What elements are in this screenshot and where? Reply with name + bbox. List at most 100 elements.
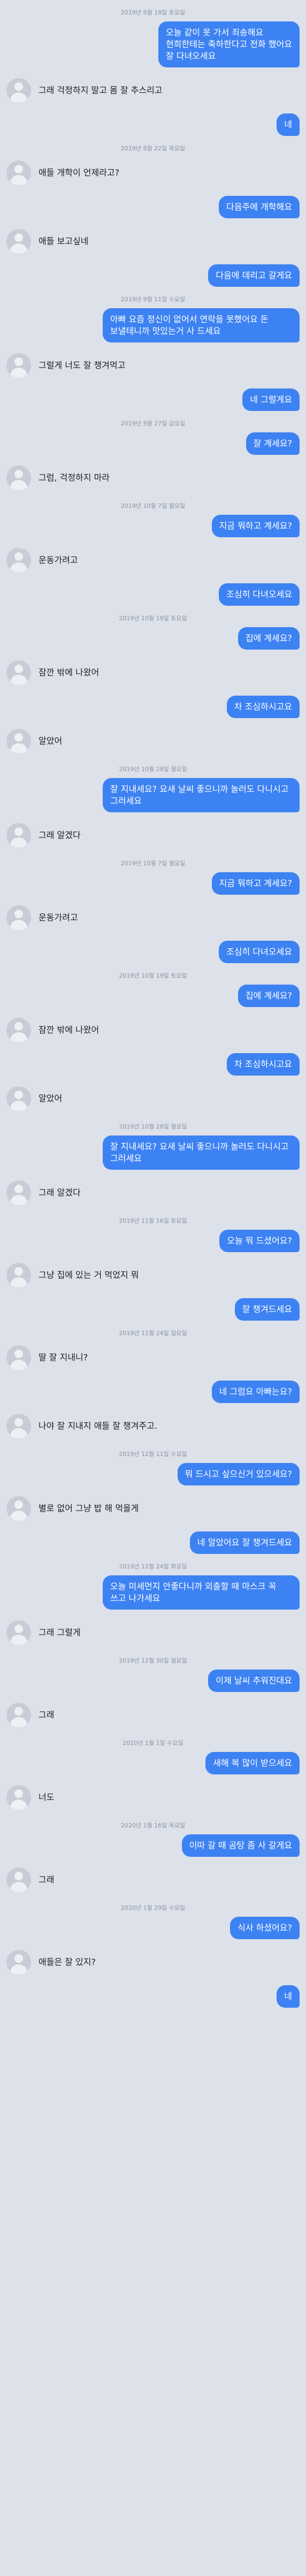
received-message-text[interactable]: 그래 알겠다 [39,1182,88,1204]
received-message-row: 그래 그럴게 [0,1617,306,1648]
sent-message-bubble[interactable]: 네 알았어요 잘 챙겨드세요 [189,1531,300,1554]
received-message-row: 그럴게 너도 잘 챙겨먹고 [0,350,306,381]
avatar[interactable] [6,1086,31,1111]
sent-message-bubble[interactable]: 다음에 데리고 갈게요 [208,264,300,287]
sent-message-row: 집에 계세요? [0,627,306,650]
avatar[interactable] [6,78,31,103]
date-separator: 2020년 1월 29일 수요일 [120,1904,186,1911]
received-message-row: 별로 없어 그냥 밥 해 먹을게 [0,1493,306,1524]
received-message-row: 애들은 잘 있지? [0,1947,306,1978]
received-message-text[interactable]: 운동가려고 [39,549,86,571]
sent-message-bubble[interactable]: 오늘 같이 못 가서 죄송해요 현희한테는 축하한다고 전화 했어요 잘 다녀오… [158,21,300,67]
date-separator: 2019년 10월 28일 월요일 [119,1123,187,1130]
received-message-text[interactable]: 운동가려고 [39,906,86,929]
sent-message-row: 이제 날씨 추워진대요 [0,1670,306,1692]
sent-message-bubble[interactable]: 식사 하셨어요? [230,1917,300,1939]
sent-message-bubble[interactable]: 차 조심하시고요 [226,696,300,718]
avatar[interactable] [6,1496,31,1521]
date-separator: 2019년 10월 28일 월요일 [119,766,187,773]
avatar[interactable] [6,548,31,573]
sent-message-bubble[interactable]: 지금 뭐하고 계세요? [211,515,300,537]
received-message-text[interactable]: 그럴게 너도 잘 챙겨먹고 [39,354,133,377]
received-message-text[interactable]: 애들 보고싶네 [39,230,96,253]
received-message-text[interactable]: 별로 없어 그냥 밥 해 먹을게 [39,1497,146,1520]
sent-message-bubble[interactable]: 네 그럴게요 [242,388,300,411]
sent-message-bubble[interactable]: 이따 갈 때 곰탕 좀 사 갈게요 [181,1834,300,1857]
received-message-row: 애들 보고싶네 [0,226,306,257]
avatar[interactable] [6,1263,31,1287]
date-separator: 2019년 9월 27일 금요일 [120,420,186,427]
received-message-text[interactable]: 그래 걱정하지 말고 몸 잘 추스리고 [39,79,170,102]
received-message-text[interactable]: 그래 [39,1869,62,1891]
received-message-text[interactable]: 그래 그럴게 [39,1621,88,1644]
sent-message-bubble[interactable]: 잘 지내세요? 요새 날씨 좋으니까 놀러도 다니시고 그러세요 [103,1135,300,1170]
sent-message-row: 잘 지내세요? 요새 날씨 좋으니까 놀러도 다니시고 그러세요 [0,778,306,812]
received-message-text[interactable]: 애들은 잘 있지? [39,1951,103,1973]
avatar[interactable] [6,1345,31,1370]
sent-message-row: 오늘 같이 못 가서 죄송해요 현희한테는 축하한다고 전화 했어요 잘 다녀오… [0,21,306,67]
received-message-text[interactable]: 애들 개학이 언제라고? [39,162,127,184]
avatar[interactable] [6,823,31,848]
sent-message-row: 잘 챙겨드세요 [0,1298,306,1321]
sent-message-bubble[interactable]: 지금 뭐하고 계세요? [211,872,300,895]
avatar[interactable] [6,229,31,254]
avatar[interactable] [6,353,31,378]
sent-message-bubble[interactable]: 다음주에 개학해요 [219,196,300,218]
sent-message-bubble[interactable]: 뭐 드시고 싶으신거 있으세요? [177,1463,300,1485]
received-message-text[interactable]: 알았어 [39,1087,70,1110]
received-message-text[interactable]: 너도 [39,1786,62,1809]
sent-message-bubble[interactable]: 네 [277,1985,300,2008]
avatar[interactable] [6,660,31,685]
avatar[interactable] [6,729,31,753]
avatar[interactable] [6,466,31,490]
received-message-text[interactable]: 그래 [39,1704,62,1726]
avatar[interactable] [6,1868,31,1892]
received-message-text[interactable]: 잠깐 밖에 나왔어 [39,1019,106,1041]
date-separator: 2019년 11월 24일 일요일 [119,1330,187,1337]
sent-message-bubble[interactable]: 집에 계세요? [238,627,300,650]
sent-message-row: 네 알았어요 잘 챙겨드세요 [0,1531,306,1554]
avatar[interactable] [6,1414,31,1438]
received-message-text[interactable]: 그럼, 걱정하지 마라 [39,467,117,489]
sent-message-bubble[interactable]: 아빠 요즘 정신이 없어서 연락을 못했어요 돈 보낼테니까 맛있는거 사 드세… [103,308,300,342]
received-message-row: 그래 [0,1699,306,1731]
sent-message-bubble[interactable]: 네 그럼요 아빠는요? [211,1381,300,1403]
avatar[interactable] [6,1785,31,1810]
sent-message-bubble[interactable]: 이제 날씨 추워진대요 [208,1670,300,1692]
avatar[interactable] [6,1950,31,1975]
avatar[interactable] [6,905,31,930]
sent-message-bubble[interactable]: 조심히 다녀오세요 [219,583,300,606]
sent-message-row: 이따 갈 때 곰탕 좀 사 갈게요 [0,1834,306,1857]
sent-message-row: 오늘 미세먼지 안좋다니까 외출할 때 마스크 꼭 쓰고 나가세요 [0,1575,306,1610]
sent-message-row: 차 조심하시고요 [0,696,306,718]
received-message-text[interactable]: 잠깐 밖에 나왔어 [39,661,106,684]
sent-message-bubble[interactable]: 집에 계세요? [238,985,300,1007]
sent-message-row: 잘 지내세요? 요새 날씨 좋으니까 놀러도 다니시고 그러세요 [0,1135,306,1170]
received-message-text[interactable]: 딸 잘 지내니? [39,1346,95,1369]
received-message-row: 그래 걱정하지 말고 몸 잘 추스리고 [0,75,306,106]
sent-message-bubble[interactable]: 잘 지내세요? 요새 날씨 좋으니까 놀러도 다니시고 그러세요 [103,778,300,812]
sent-message-bubble[interactable]: 잘 계세요? [246,432,300,455]
received-message-text[interactable]: 그래 알겠다 [39,824,88,847]
received-message-text[interactable]: 그냥 집에 있는 거 먹었지 뭐 [39,1264,146,1286]
sent-message-bubble[interactable]: 조심히 다녀오세요 [219,941,300,963]
sent-message-bubble[interactable]: 네 [277,113,300,136]
avatar[interactable] [6,1180,31,1205]
sent-message-row: 새해 복 많이 받으세요 [0,1752,306,1774]
sent-message-bubble[interactable]: 오늘 미세먼지 안좋다니까 외출할 때 마스크 꼭 쓰고 나가세요 [103,1575,300,1610]
avatar[interactable] [6,1620,31,1645]
received-message-text[interactable]: 나야 잘 지내지 애들 잘 챙겨주고. [39,1415,165,1437]
sent-message-row: 아빠 요즘 정신이 없어서 연락을 못했어요 돈 보낼테니까 맛있는거 사 드세… [0,308,306,342]
sent-message-bubble[interactable]: 잘 챙겨드세요 [234,1298,300,1321]
avatar[interactable] [6,1703,31,1727]
sent-message-bubble[interactable]: 오늘 뭐 드셨어요? [219,1230,300,1252]
sent-message-bubble[interactable]: 새해 복 많이 받으세요 [205,1752,300,1774]
sent-message-row: 식사 하셨어요? [0,1917,306,1939]
avatar[interactable] [6,1018,31,1042]
date-separator: 2020년 1월 1일 수요일 [123,1740,183,1747]
date-separator: 2019년 10월 7일 월요일 [120,860,186,867]
sent-message-bubble[interactable]: 차 조심하시고요 [226,1053,300,1076]
received-message-text[interactable]: 알았어 [39,730,70,752]
date-separator: 2019년 10월 19일 토요일 [119,615,187,622]
avatar[interactable] [6,161,31,185]
